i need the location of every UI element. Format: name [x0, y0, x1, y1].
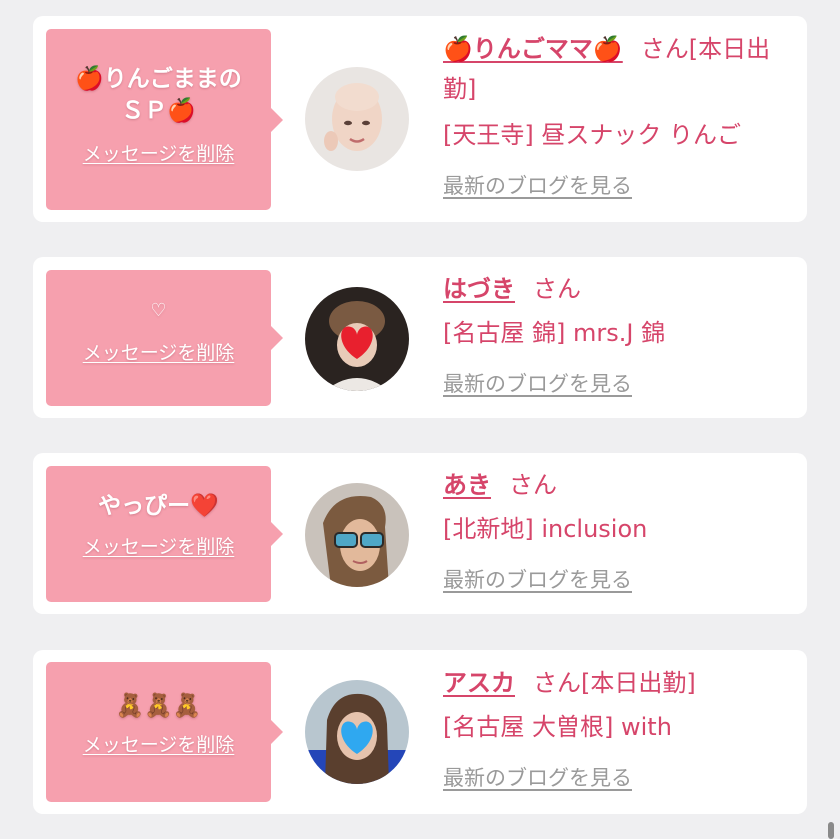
message-card: 🍎りんごままのＳＰ🍎 メッセージを削除 🍎りんごママ🍎 さん[本日出勤] [天王寺… [33, 16, 807, 222]
message-text: ♡ [150, 300, 167, 321]
delete-message-link[interactable]: メッセージを削除 [83, 139, 235, 166]
message-card: ♡ メッセージを削除 はづき さん [名古屋 錦] mrs.J 錦 最新のブログを… [33, 257, 807, 418]
profile-name-link[interactable]: はづき [443, 275, 515, 303]
message-bubble: ♡ メッセージを削除 [46, 270, 283, 406]
delete-message-link[interactable]: メッセージを削除 [83, 532, 235, 559]
latest-blog-link[interactable]: 最新のブログを見る [443, 174, 632, 198]
message-bubble: 🧸🧸🧸 メッセージを削除 [46, 662, 283, 802]
latest-blog-link[interactable]: 最新のブログを見る [443, 568, 632, 592]
profile-name-link[interactable]: 🍎りんごママ🍎 [443, 35, 623, 63]
message-card: やっぴー❤️ メッセージを削除 あき さん [北新地] inclusion 最新の… [33, 453, 807, 614]
profile-info: あき さん [北新地] inclusion 最新のブログを見る [443, 465, 788, 600]
shop-label: [名古屋 大曽根] with [443, 713, 672, 741]
bald-woman-avatar-icon[interactable] [305, 67, 409, 171]
shop-label: [名古屋 錦] mrs.J 錦 [443, 319, 666, 347]
message-bubble: やっぴー❤️ メッセージを削除 [46, 466, 283, 602]
profile-name-link[interactable]: アスカ [443, 669, 515, 697]
blue-heart-covered-face-avatar-icon[interactable] [305, 680, 409, 784]
honorific-label: さん [509, 471, 557, 499]
delete-message-link[interactable]: メッセージを削除 [83, 338, 235, 365]
honorific-label: さん [533, 275, 581, 303]
profile-info: 🍎りんごママ🍎 さん[本日出勤] [天王寺] 昼スナック りんご 最新のブログを見… [443, 29, 788, 206]
profile-name-link[interactable]: あき [443, 471, 491, 499]
work-status: [本日出勤] [581, 669, 696, 697]
message-bubble: 🍎りんごままのＳＰ🍎 メッセージを削除 [46, 29, 283, 210]
message-text: やっぴー❤️ [98, 493, 219, 519]
latest-blog-link[interactable]: 最新のブログを見る [443, 372, 632, 396]
honorific-label: さん [533, 669, 581, 697]
sunglasses-woman-avatar-icon[interactable] [305, 483, 409, 587]
profile-info: アスカ さん[本日出勤] [名古屋 大曽根] with 最新のブログを見る [443, 663, 788, 798]
message-card: 🧸🧸🧸 メッセージを削除 アスカ さん[本日出勤] [名古屋 大曽根] with … [33, 650, 807, 814]
shop-label: [天王寺] 昼スナック りんご [443, 121, 741, 149]
shop-label: [北新地] inclusion [443, 515, 648, 543]
message-text: 🧸🧸🧸 [115, 693, 202, 719]
honorific-label: さん [640, 35, 689, 63]
delete-message-link[interactable]: メッセージを削除 [83, 730, 235, 757]
profile-info: はづき さん [名古屋 錦] mrs.J 錦 最新のブログを見る [443, 269, 788, 404]
heart-covered-face-avatar-icon[interactable] [305, 287, 409, 391]
scrollbar-thumb[interactable] [828, 822, 834, 839]
latest-blog-link[interactable]: 最新のブログを見る [443, 766, 632, 790]
message-text: 🍎りんごままのＳＰ🍎 [75, 66, 242, 124]
